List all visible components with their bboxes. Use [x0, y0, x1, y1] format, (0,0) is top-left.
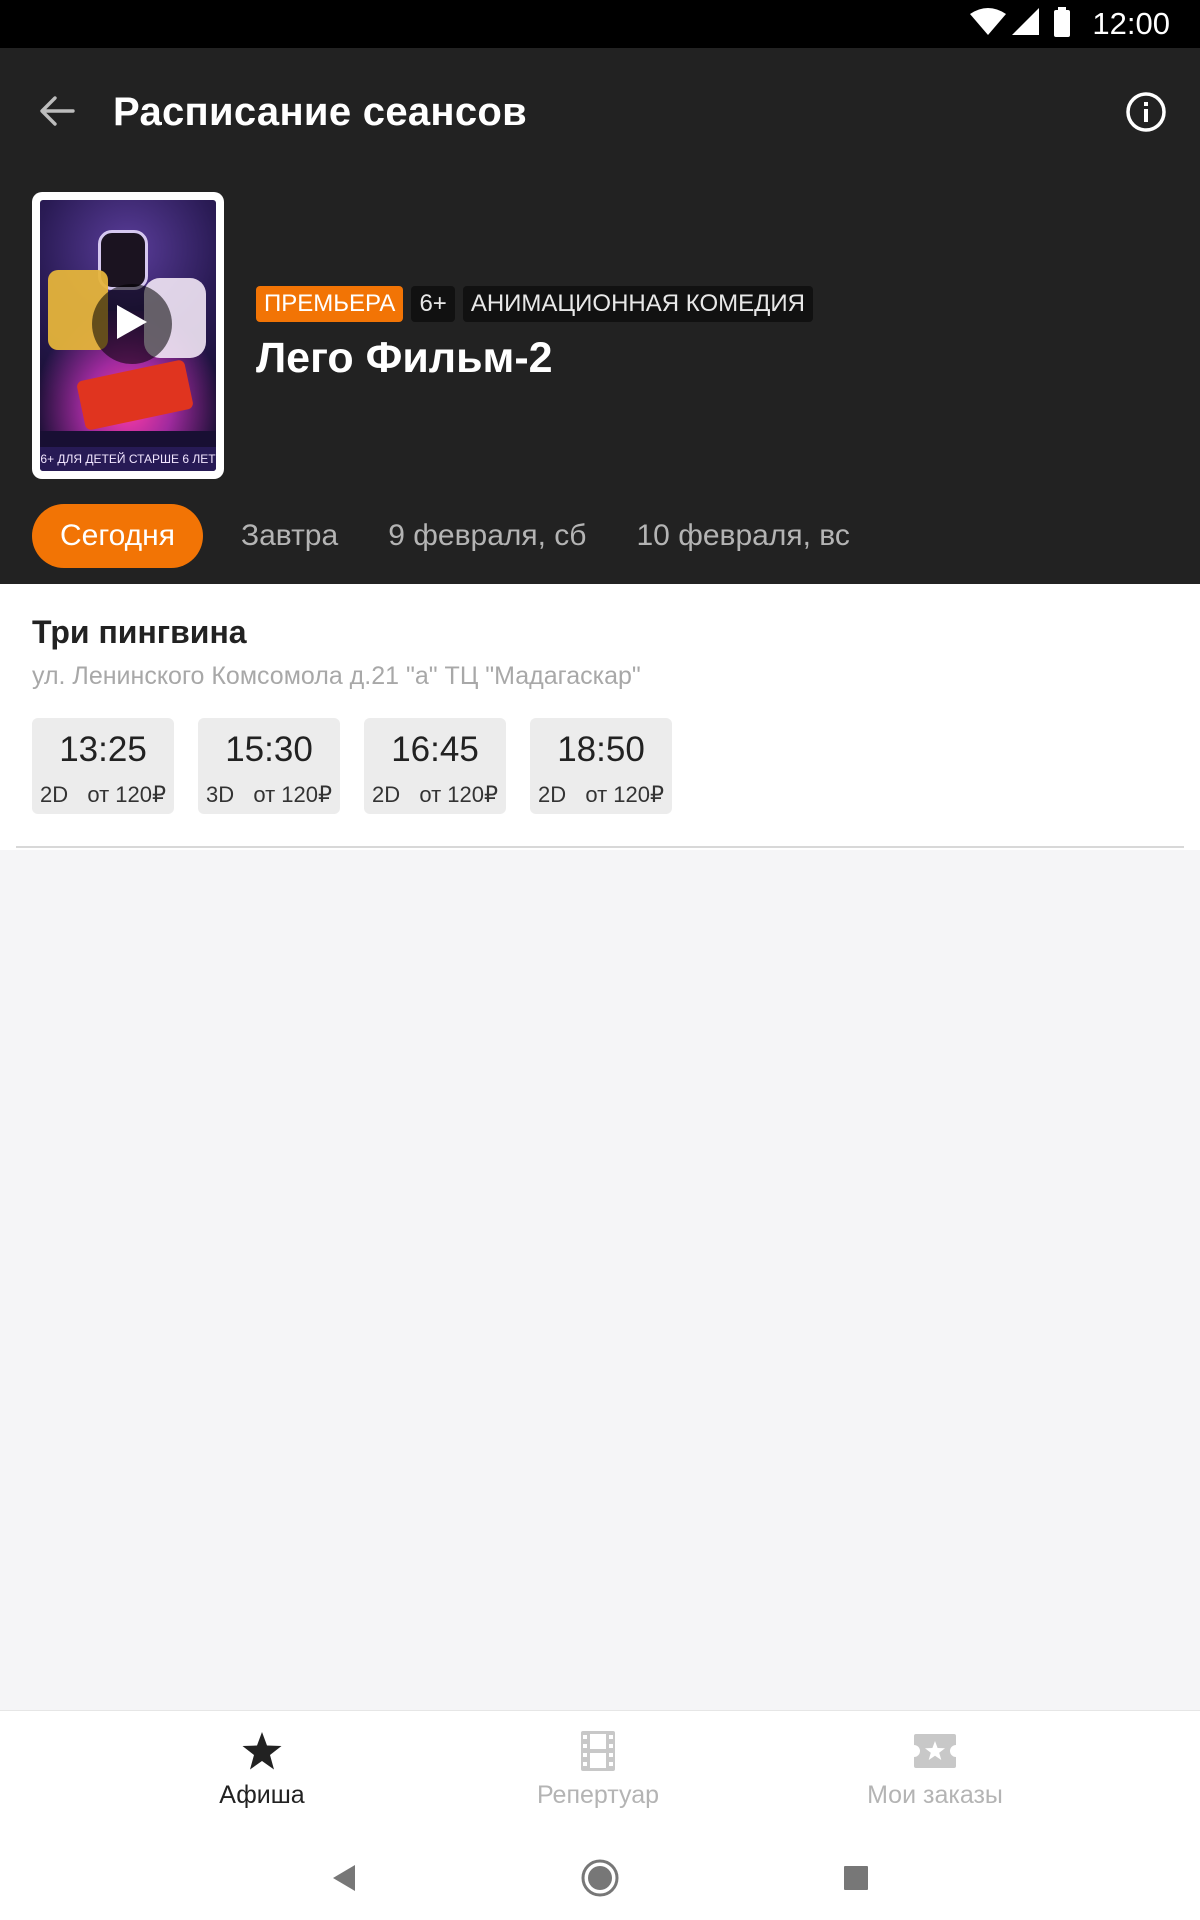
- genre-badge: АНИМАЦИОННАЯ КОМЕДИЯ: [462, 286, 813, 322]
- session-list: 13:25 2D от 120₽ 15:30 3D от 120₽ 16:45 …: [32, 718, 672, 814]
- square-recents-icon: [843, 1865, 869, 1896]
- system-navigation-bar: [0, 1820, 1200, 1920]
- circle-home-icon: [581, 1859, 619, 1902]
- system-recents-button[interactable]: [826, 1850, 886, 1910]
- movie-header: Расписание сеансов 6+ ДЛЯ ДЕТЕЙ СТАРШЕ 6…: [0, 48, 1200, 584]
- system-home-button[interactable]: [570, 1850, 630, 1910]
- session-meta: 3D от 120₽: [206, 782, 332, 808]
- session-button[interactable]: 13:25 2D от 120₽: [32, 718, 174, 814]
- nav-label: Мои заказы: [867, 1781, 1003, 1809]
- poster-image: 6+ ДЛЯ ДЕТЕЙ СТАРШЕ 6 ЛЕТ: [40, 200, 216, 471]
- session-time: 18:50: [557, 730, 645, 769]
- back-button[interactable]: [22, 78, 92, 148]
- session-time: 16:45: [391, 730, 479, 769]
- ticket-icon: [914, 1729, 956, 1773]
- info-button[interactable]: [1110, 78, 1182, 150]
- battery-icon: [1054, 6, 1071, 42]
- tab-tomorrow[interactable]: Завтра: [241, 519, 338, 553]
- star-icon: [241, 1729, 283, 1773]
- session-meta: 2D от 120₽: [538, 782, 664, 808]
- status-time: 12:00: [1092, 6, 1170, 41]
- status-icons: 12:00: [970, 0, 1200, 48]
- session-price: от 120₽: [419, 782, 498, 807]
- arrow-left-icon: [39, 95, 75, 132]
- session-format: 2D: [372, 782, 401, 807]
- status-bar: 12:00: [0, 0, 1200, 48]
- play-icon: [115, 303, 149, 346]
- info-icon: [1125, 91, 1167, 138]
- play-trailer-button[interactable]: [92, 284, 172, 364]
- triangle-back-icon: [331, 1864, 357, 1897]
- session-button[interactable]: 16:45 2D от 120₽: [364, 718, 506, 814]
- session-time: 13:25: [59, 730, 147, 769]
- nav-label: Репертуар: [536, 1781, 660, 1809]
- movie-tags: ПРЕМЬЕРА 6+ АНИМАЦИОННАЯ КОМЕДИЯ: [256, 286, 813, 322]
- poster-age-note: 6+ ДЛЯ ДЕТЕЙ СТАРШЕ 6 ЛЕТ: [40, 447, 216, 471]
- session-button[interactable]: 15:30 3D от 120₽: [198, 718, 340, 814]
- page-title: Расписание сеансов: [113, 90, 528, 134]
- session-format: 3D: [206, 782, 235, 807]
- session-price: от 120₽: [253, 782, 332, 807]
- cinema-address: ул. Ленинского Комсомола д.21 "а" ТЦ "Ма…: [32, 662, 641, 690]
- session-format: 2D: [538, 782, 567, 807]
- tab-today[interactable]: Сегодня: [32, 504, 203, 568]
- session-meta: 2D от 120₽: [40, 782, 166, 808]
- tab-feb-10[interactable]: 10 февраля, вс: [636, 519, 849, 553]
- age-badge: 6+: [411, 286, 455, 322]
- film-icon: [581, 1729, 615, 1773]
- tab-feb-9[interactable]: 9 февраля, сб: [388, 519, 586, 553]
- session-price: от 120₽: [585, 782, 664, 807]
- session-format: 2D: [40, 782, 69, 807]
- signal-icon: [1012, 7, 1040, 41]
- session-meta: 2D от 120₽: [372, 782, 498, 808]
- movie-poster[interactable]: 6+ ДЛЯ ДЕТЕЙ СТАРШЕ 6 ЛЕТ: [32, 192, 224, 479]
- premiere-badge: ПРЕМЬЕРА: [256, 286, 404, 322]
- movie-title: Лего Фильм-2: [256, 334, 553, 382]
- system-back-button[interactable]: [314, 1850, 374, 1910]
- toolbar: Расписание сеансов: [0, 48, 1200, 178]
- date-tabs: Сегодня Завтра 9 февраля, сб 10 февраля,…: [32, 504, 900, 568]
- nav-label: Афиша: [219, 1781, 305, 1809]
- bottom-navigation: Афиша Репертуар Мои заказы: [0, 1710, 1200, 1820]
- nav-item-orders[interactable]: Мои заказы: [735, 1711, 1135, 1821]
- session-price: от 120₽: [87, 782, 166, 807]
- cinema-card: Три пингвина ул. Ленинского Комсомола д.…: [0, 584, 1200, 850]
- session-button[interactable]: 18:50 2D от 120₽: [530, 718, 672, 814]
- session-time: 15:30: [225, 730, 313, 769]
- divider: [16, 846, 1184, 848]
- cinema-name[interactable]: Три пингвина: [32, 614, 247, 651]
- wifi-icon: [970, 7, 1007, 41]
